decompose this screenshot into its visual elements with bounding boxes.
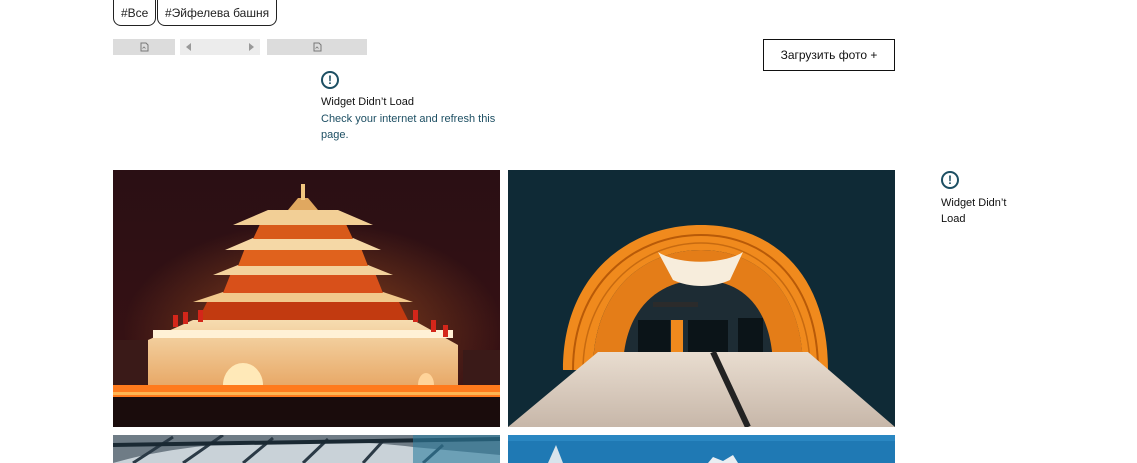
gallery-photo-tunnel[interactable] (508, 170, 895, 427)
side-widget-error-title: Widget Didn’t Load (941, 197, 1007, 225)
exclamation-circle-icon: ! (941, 171, 959, 189)
exclamation-circle-icon: ! (321, 71, 339, 89)
arrow-left-icon[interactable] (186, 43, 192, 51)
widget-error-hint[interactable]: Check your internet and refresh this pag… (321, 111, 511, 143)
broken-image-icon (140, 42, 148, 52)
widget-error-message: ! Widget Didn’t Load Check your internet… (321, 71, 511, 143)
gallery-photo-building[interactable] (508, 435, 895, 463)
slider-placeholder[interactable] (180, 39, 260, 55)
widget-error-title: Widget Didn’t Load (321, 96, 414, 108)
arrow-right-icon[interactable] (248, 43, 254, 51)
gallery-photo-pagoda[interactable] (113, 170, 500, 427)
broken-image-placeholder (267, 39, 367, 55)
tag-all[interactable]: #Все (113, 0, 157, 26)
upload-photo-button[interactable]: Загрузить фото + (763, 39, 895, 71)
gallery-photo-structure[interactable] (113, 435, 500, 463)
tag-eiffel-tower[interactable]: #Эйфелева башня (157, 0, 278, 26)
side-widget-error-message: ! Widget Didn’t Load (941, 171, 1021, 227)
broken-image-icon (313, 42, 321, 52)
broken-image-placeholder (113, 39, 175, 55)
